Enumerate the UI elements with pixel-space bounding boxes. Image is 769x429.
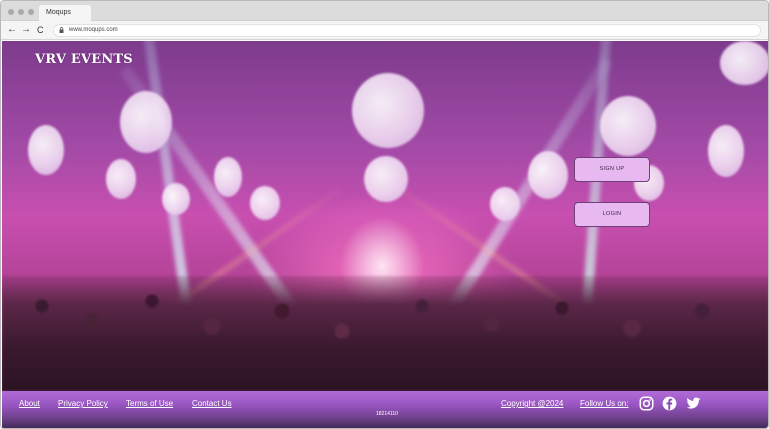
facebook-icon[interactable] bbox=[662, 396, 677, 411]
address-bar: ← → C www.moqups.com bbox=[1, 21, 768, 40]
footer-link-terms-of-use[interactable]: Terms of Use bbox=[126, 399, 173, 408]
hanging-lantern bbox=[28, 125, 64, 175]
copyright-link[interactable]: Copyright @2024 bbox=[501, 399, 563, 408]
url-text: www.moqups.com bbox=[69, 27, 118, 33]
forward-arrow-icon[interactable]: → bbox=[21, 24, 31, 36]
twitter-icon[interactable] bbox=[685, 396, 702, 411]
hanging-lantern bbox=[708, 125, 744, 177]
follow-us-label[interactable]: Follow Us on: bbox=[580, 399, 628, 408]
footer: About Privacy Policy Terms of Use Contac… bbox=[2, 391, 768, 428]
hanging-lantern bbox=[214, 157, 242, 197]
hanging-lantern bbox=[364, 156, 408, 202]
back-arrow-icon[interactable]: ← bbox=[7, 24, 17, 36]
window-control-dot[interactable] bbox=[8, 9, 14, 15]
browser-window: Moqups ← → C www.moqups.com VRV EVENTS S… bbox=[0, 0, 769, 429]
crowd-silhouettes bbox=[2, 276, 768, 391]
sign-up-button[interactable]: SIGN UP bbox=[574, 157, 650, 182]
hanging-lantern bbox=[106, 159, 136, 199]
lock-icon bbox=[59, 27, 64, 33]
window-control-dot[interactable] bbox=[28, 9, 34, 15]
login-button[interactable]: LOGIN bbox=[574, 202, 650, 227]
hanging-lantern bbox=[490, 187, 520, 221]
browser-tab[interactable]: Moqups bbox=[39, 5, 91, 21]
hanging-lantern bbox=[720, 41, 768, 85]
hanging-lantern bbox=[528, 151, 568, 199]
url-field[interactable]: www.moqups.com bbox=[53, 24, 761, 37]
version-number: 18214110 bbox=[376, 411, 398, 417]
footer-link-privacy-policy[interactable]: Privacy Policy bbox=[58, 399, 108, 408]
window-control-dot[interactable] bbox=[18, 9, 24, 15]
hero-background-image bbox=[2, 41, 768, 391]
footer-link-about[interactable]: About bbox=[19, 399, 40, 408]
site-title: VRV EVENTS bbox=[35, 52, 133, 67]
reload-icon[interactable]: C bbox=[37, 24, 44, 36]
footer-link-contact-us[interactable]: Contact Us bbox=[192, 399, 232, 408]
browser-tab-bar: Moqups bbox=[1, 1, 768, 21]
hanging-lantern bbox=[120, 91, 172, 153]
instagram-icon[interactable] bbox=[639, 396, 654, 411]
hanging-lantern bbox=[162, 183, 190, 215]
hanging-lantern bbox=[600, 96, 656, 156]
hanging-lantern bbox=[250, 186, 280, 220]
hanging-lantern bbox=[352, 73, 424, 148]
